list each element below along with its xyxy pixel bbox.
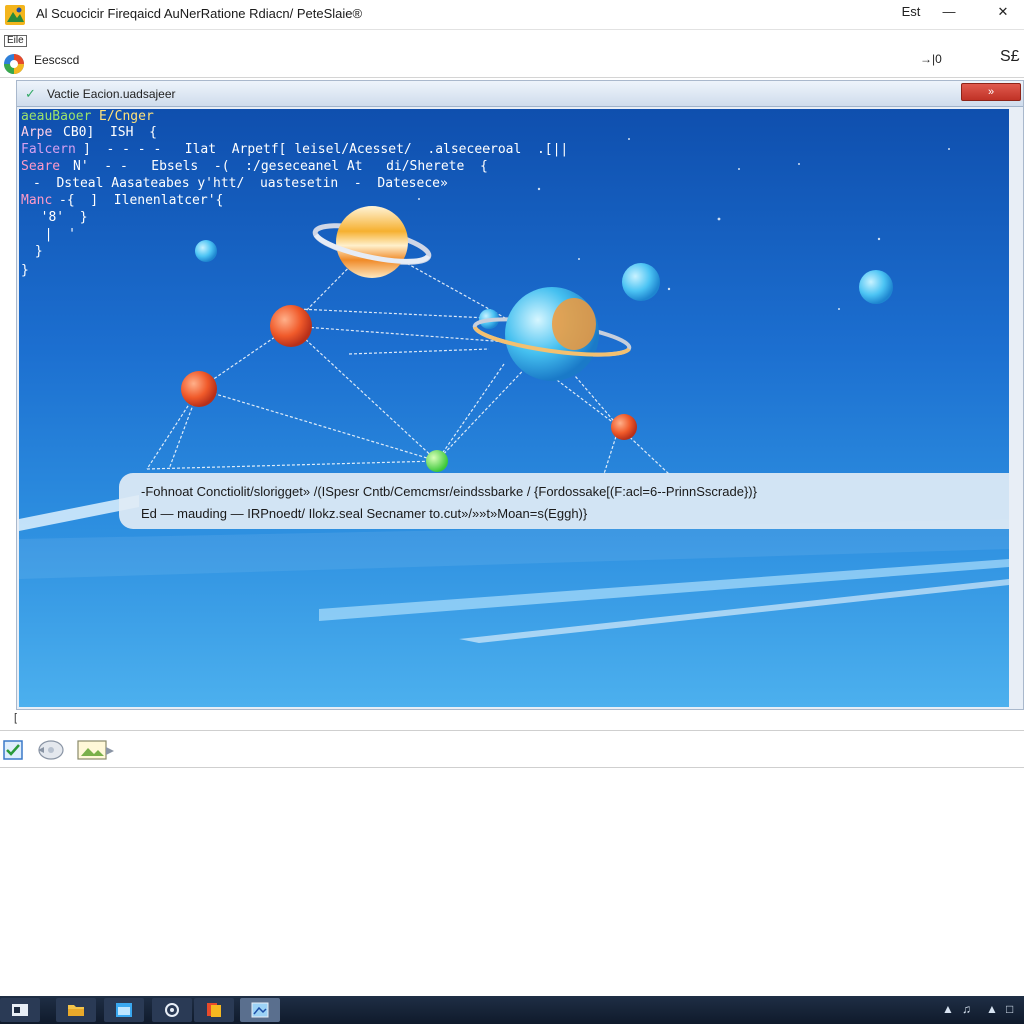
settings-icon — [165, 1003, 179, 1017]
blue-moon-2 — [622, 263, 660, 301]
orange-planet-1 — [270, 305, 312, 347]
space-scene: aeauBaoer E/Cnger Arpe CB0] ISH { Falcer… — [19, 109, 1009, 707]
orange-planet-3 — [611, 414, 637, 440]
inner-close-button[interactable]: » — [961, 83, 1021, 101]
blue-moon-1 — [195, 240, 217, 262]
green-planet — [426, 450, 448, 472]
taskbar: ▲ ♫ ▲ □ — [0, 996, 1024, 1024]
check-doc-icon[interactable] — [2, 739, 24, 761]
toolbar-right-label[interactable]: S£ — [1000, 48, 1020, 66]
menu-file-tag[interactable]: Eile — [4, 35, 27, 47]
taskbar-window[interactable] — [104, 998, 144, 1022]
window-icon — [116, 1003, 132, 1017]
inner-title-bar: ✓ Vactie Eacion.uadsajeer » — [17, 81, 1023, 107]
status-indicator: [ — [14, 712, 18, 724]
sound-icon[interactable]: ♫ — [962, 1002, 971, 1016]
title-bar: Al Scuocicir Fireqaicd AuNerRatione Rdia… — [0, 0, 1024, 30]
code-line-2: CB0] ISH { — [63, 125, 157, 140]
code-key-1: aeauBaoer — [21, 109, 92, 124]
orange-planet-2 — [181, 371, 217, 407]
window-extra-button[interactable]: Est — [896, 4, 926, 19]
folder-icon — [68, 1005, 84, 1016]
code-line-3: ] - - - - Ilat Arpetf[ leisel/Acesset/ .… — [83, 142, 569, 157]
address-label[interactable]: Eescscd — [34, 53, 79, 67]
code-line-7: '8' } — [25, 210, 88, 225]
wifi-icon[interactable]: ▲ — [986, 1002, 998, 1016]
close-button[interactable]: ✕ — [988, 4, 1018, 20]
code-key-4: Seare — [21, 159, 61, 174]
network-icon[interactable]: ▲ — [942, 1002, 954, 1016]
bottom-toolbar — [0, 730, 1024, 768]
disc-icon[interactable] — [36, 739, 64, 761]
ringed-planet-top — [336, 206, 408, 278]
files-icon — [207, 1003, 221, 1017]
inner-window-title: Vactie Eacion.uadsajeer — [47, 87, 176, 101]
taskbar-explorer[interactable] — [0, 998, 40, 1022]
inner-window-icon: ✓ — [25, 86, 36, 101]
app-active-icon — [251, 1002, 269, 1018]
navigate-icon[interactable]: →|0 — [920, 52, 942, 66]
taskbar-files[interactable] — [194, 998, 234, 1022]
code-line-9: } — [27, 244, 43, 259]
caption-line-1: -Fohnoat Conctiolit/slorigget» /(ISpesr … — [141, 484, 757, 499]
taskbar-folder[interactable] — [56, 998, 96, 1022]
toolbar: Eile Eescscd →|0 S£ — [0, 30, 1024, 78]
caption-line-2: Ed — mauding — IRPnoedt/ Ilokz.seal Secn… — [141, 506, 588, 521]
code-line-10: } — [21, 263, 29, 278]
minimize-button[interactable]: — — [934, 4, 964, 19]
code-line-5: - Dsteal Aasateabes y'htt/ uastesetin - … — [33, 176, 448, 191]
message-icon[interactable]: □ — [1006, 1002, 1013, 1016]
taskbar-app-active[interactable] — [240, 998, 280, 1022]
code-line-4: N' - - Ebsels -( :/geseceanel At di/Sher… — [73, 159, 488, 174]
code-key-3: Falcern — [21, 142, 76, 157]
inner-window: ✓ Vactie Eacion.uadsajeer » aeauBaoer E/… — [16, 80, 1024, 710]
code-line-8: | ' — [29, 227, 76, 242]
browser-icon[interactable] — [2, 52, 26, 76]
code-key-2: Arpe — [21, 125, 53, 140]
taskbar-settings[interactable] — [152, 998, 192, 1022]
image-icon[interactable] — [76, 739, 116, 761]
window-title: Al Scuocicir Fireqaicd AuNerRatione Rdia… — [36, 6, 363, 21]
explorer-icon — [12, 1004, 28, 1016]
code-line-1: E/Cnger — [99, 109, 154, 124]
code-key-6: Manc — [21, 193, 53, 208]
caption-bar: -Fohnoat Conctiolit/slorigget» /(ISpesr … — [119, 473, 1009, 529]
app-icon[interactable] — [4, 4, 26, 26]
code-line-6: -{ ] Ilenenlatcer'{ — [59, 193, 224, 208]
blue-moon-3 — [859, 270, 893, 304]
